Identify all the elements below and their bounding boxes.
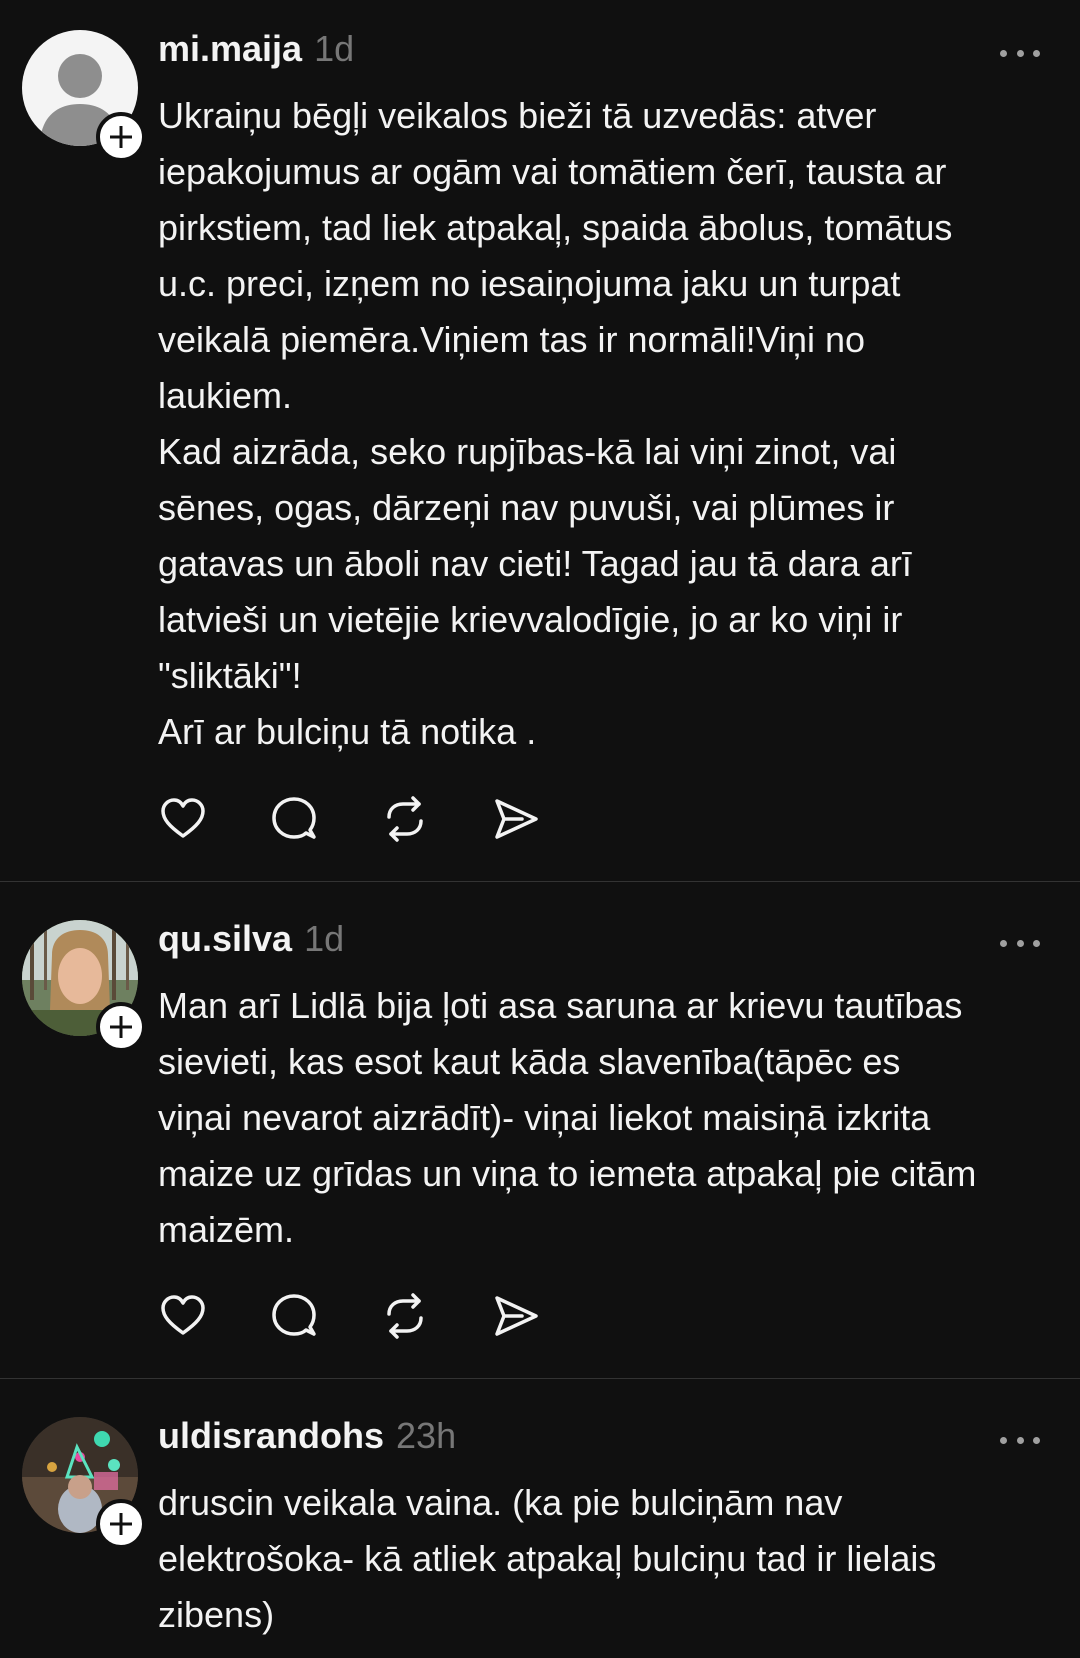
comment-icon — [272, 1294, 316, 1336]
heart-icon — [161, 798, 205, 838]
text-line: sievieti, kas esot kaut kāda slavenība(t… — [158, 1041, 901, 1082]
avatar-wrap[interactable] — [22, 1417, 146, 1549]
timestamp: 1d — [304, 918, 345, 959]
username[interactable]: mi.maija — [158, 28, 302, 70]
username[interactable]: qu.silva — [158, 918, 292, 960]
text-line: gatavas un āboli nav cieti! Tagad jau tā… — [158, 543, 912, 584]
text-line: Man arī Lidlā bija ļoti asa saruna ar kr… — [158, 985, 963, 1026]
repost-button[interactable] — [380, 1291, 430, 1341]
text-line: sēnes, ogas, dārzeņi nav puvuši, vai plū… — [158, 487, 895, 528]
heart-icon — [161, 1295, 205, 1335]
more-options-icon[interactable] — [1000, 937, 1040, 949]
text-line: druscin veikala vaina. (ka pie bulciņām … — [158, 1482, 843, 1523]
repost-icon — [387, 796, 423, 842]
post-header: uldisrandohs 23h — [158, 1415, 456, 1465]
text-line: "sliktāki"! — [158, 655, 302, 696]
follow-plus-button[interactable] — [96, 1499, 146, 1549]
username[interactable]: uldisrandohs — [158, 1415, 384, 1457]
repost-button[interactable] — [380, 794, 430, 844]
timestamp: 23h — [396, 1415, 457, 1456]
action-bar — [158, 1291, 602, 1341]
follow-plus-button[interactable] — [96, 1002, 146, 1052]
text-line: latvieši un vietējie krievvalodīgie, jo … — [158, 599, 903, 640]
text-line: laukiem. — [158, 375, 293, 416]
more-options-icon[interactable] — [1000, 47, 1040, 59]
reply-button[interactable] — [269, 1291, 319, 1341]
share-button[interactable] — [491, 794, 541, 844]
divider — [0, 881, 1080, 882]
share-button[interactable] — [491, 1291, 541, 1341]
post-header: mi.maija 1d — [158, 28, 354, 78]
text-line: viņai nevarot aizrādīt)- viņai liekot ma… — [158, 1097, 931, 1138]
text-line: veikalā piemēra.Viņiem tas ir normāli!Vi… — [158, 319, 865, 360]
reply-button[interactable] — [269, 794, 319, 844]
thread-feed: mi.maija 1d Ukraiņu bēgļi veikalos bieži… — [0, 0, 1080, 1658]
text-line: maize uz grīdas un viņa to iemeta atpaka… — [158, 1153, 977, 1194]
text-line: Ukraiņu bēgļi veikalos bieži tā uzvedās:… — [158, 95, 877, 136]
text-line: pirkstiem, tad liek atpakaļ, spaida ābol… — [158, 207, 953, 248]
comment-icon — [272, 797, 316, 839]
follow-plus-button[interactable] — [96, 112, 146, 162]
post-text: Man arī Lidlā bija ļoti asa saruna ar kr… — [158, 978, 1058, 1258]
action-bar — [158, 794, 602, 844]
text-line: elektrošoka- kā atliek atpakaļ bulciņu t… — [158, 1538, 937, 1579]
plus-icon — [110, 126, 132, 148]
repost-icon — [387, 1293, 423, 1339]
text-line: Kad aizrāda, seko rupjības-kā lai viņi z… — [158, 431, 897, 472]
text-line: Arī ar bulciņu tā notika . — [158, 711, 537, 752]
send-icon — [495, 1296, 538, 1336]
send-icon — [495, 799, 538, 839]
avatar-wrap[interactable] — [22, 920, 146, 1052]
like-button[interactable] — [158, 1291, 208, 1341]
post-text: Ukraiņu bēgļi veikalos bieži tā uzvedās:… — [158, 88, 1058, 760]
like-button[interactable] — [158, 794, 208, 844]
more-options-icon[interactable] — [1000, 1434, 1040, 1446]
post-text: druscin veikala vaina. (ka pie bulciņām … — [158, 1475, 1058, 1643]
text-line: maizēm. — [158, 1209, 295, 1250]
plus-icon — [110, 1513, 132, 1535]
text-line: u.c. preci, izņem no iesaiņojuma jaku un… — [158, 263, 901, 304]
timestamp: 1d — [314, 28, 355, 69]
plus-icon — [110, 1016, 132, 1038]
avatar-wrap[interactable] — [22, 30, 146, 162]
post-header: qu.silva 1d — [158, 918, 344, 968]
text-line: iepakojumus ar ogām vai tomātiem čerī, t… — [158, 151, 947, 192]
divider — [0, 1378, 1080, 1379]
text-line: zibens) — [158, 1594, 275, 1635]
